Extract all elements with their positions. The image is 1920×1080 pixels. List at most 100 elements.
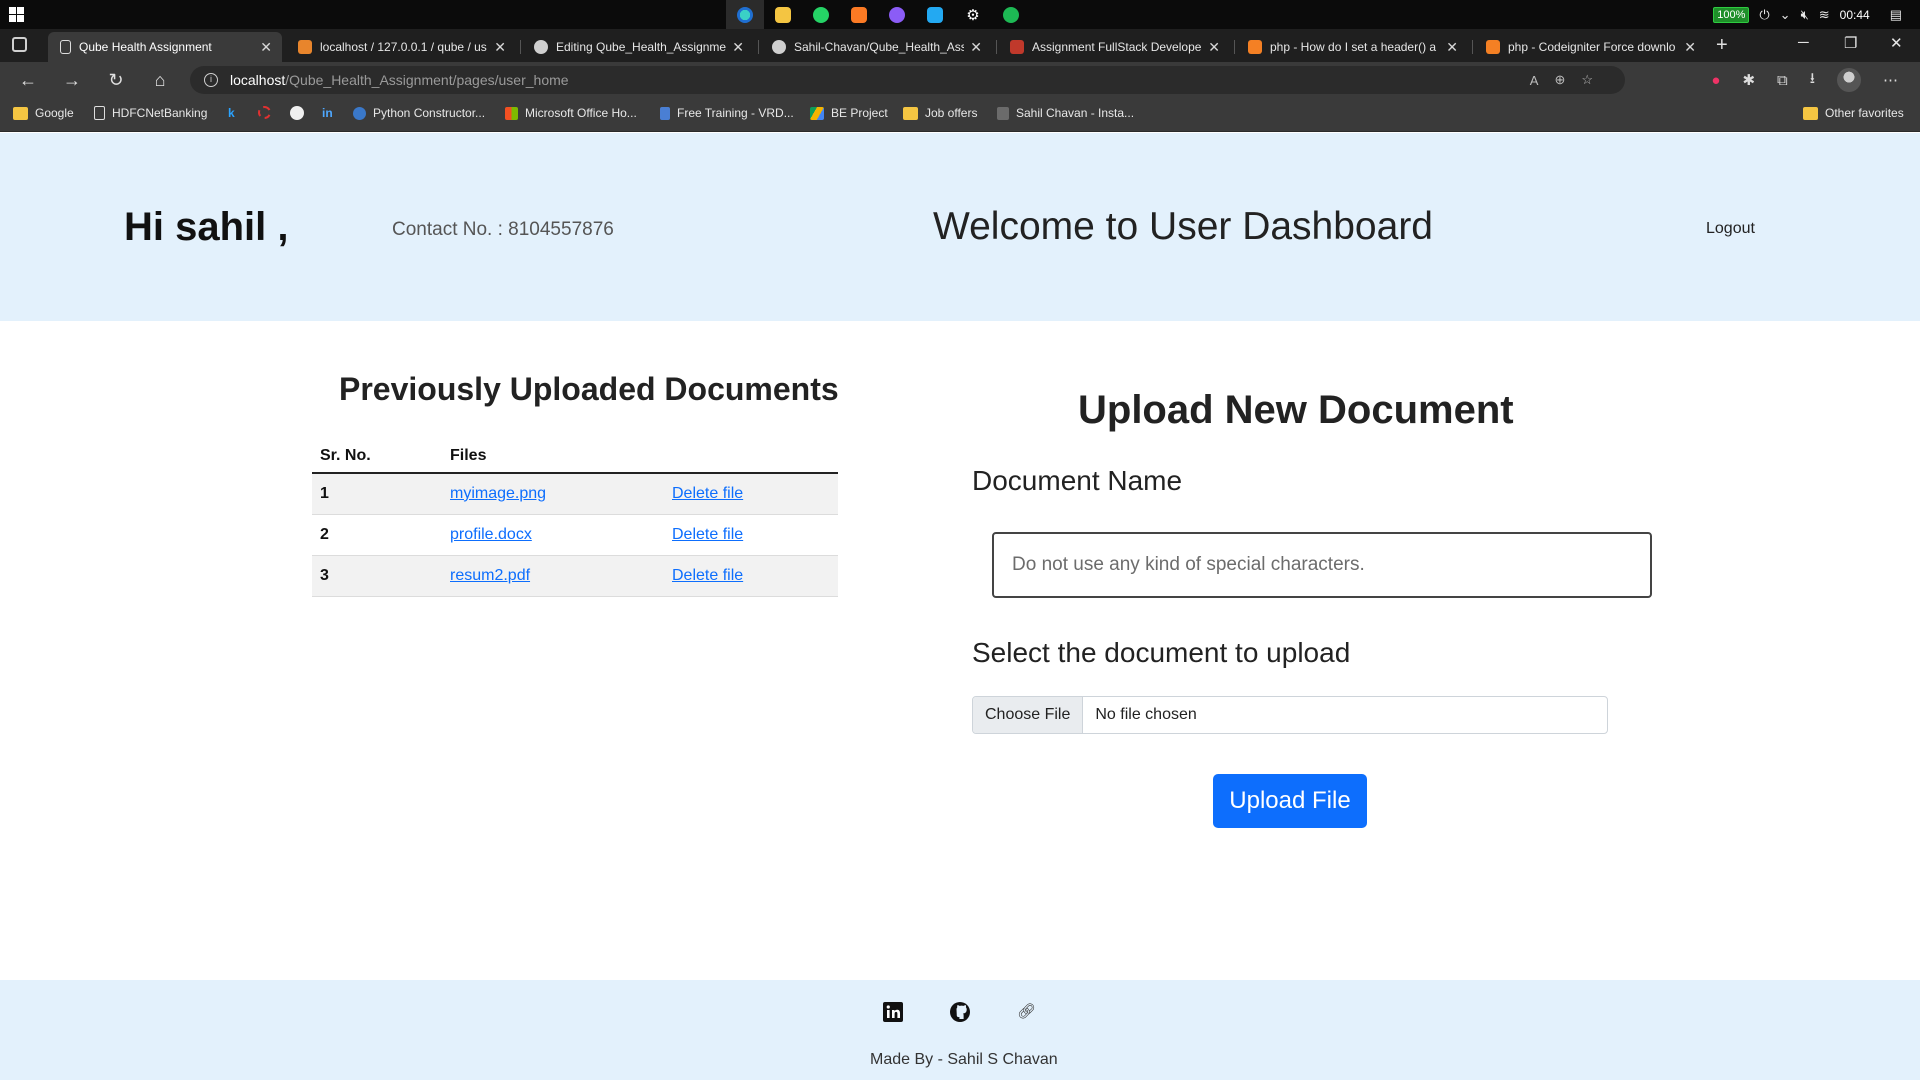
downloads-icon[interactable]: ⭳ [1810, 68, 1815, 93]
minimize-icon[interactable]: ─ [1798, 34, 1809, 51]
tab-stackoverflow-download[interactable]: php - Codeigniter Force downlo ✕ [1474, 32, 1706, 62]
bookmark-google[interactable]: Google [13, 106, 74, 120]
bookmark-office[interactable]: Microsoft Office Ho... [505, 106, 637, 120]
sr-no-cell: 3 [312, 555, 442, 597]
notifications-icon[interactable]: ▤ [1890, 7, 1902, 23]
more-menu-icon[interactable]: ⋯ [1883, 71, 1898, 89]
upload-file-button[interactable]: Upload File [1213, 774, 1367, 828]
windows-taskbar: ⚙ 100% ⏻ ⌄ 🔇︎ ≋ 00:44 ▤ [0, 0, 1920, 29]
wifi-icon[interactable]: ≋ [1819, 7, 1830, 23]
toolbar-extensions: ● ✱ ⧉ ⭳ ⋯ [1711, 62, 1920, 98]
tab-stackoverflow-header[interactable]: php - How do I set a header() a ✕ [1236, 32, 1468, 62]
logout-link[interactable]: Logout [1706, 220, 1755, 238]
contact-number: Contact No. : 8104557876 [392, 219, 614, 240]
extension-icon[interactable]: ● [1711, 72, 1720, 89]
spotify-icon[interactable] [992, 0, 1030, 29]
documents-heading: Previously Uploaded Documents [339, 371, 839, 407]
collections-icon[interactable]: ⧉ [1777, 72, 1788, 89]
github-desktop-icon[interactable] [878, 0, 916, 29]
bookmark-job-offers[interactable]: Job offers [903, 106, 977, 120]
bookmarks-bar: Google HDFCNetBanking k in Python Constr… [0, 98, 1920, 132]
upload-heading: Upload New Document [1078, 388, 1514, 432]
file-explorer-icon[interactable] [764, 0, 802, 29]
back-icon[interactable]: ← [16, 68, 40, 92]
bookmark-instagram[interactable]: Sahil Chavan - Insta... [997, 106, 1134, 120]
document-name-input[interactable] [992, 532, 1652, 598]
whatsapp-icon[interactable] [802, 0, 840, 29]
google-drive-icon [810, 106, 824, 120]
chevron-down-icon[interactable]: ⌄ [1780, 7, 1791, 23]
folder-icon [13, 106, 28, 120]
close-icon[interactable]: ✕ [1208, 39, 1220, 56]
microsoft-icon [505, 106, 518, 120]
bookmark-other-favorites[interactable]: Other favorites [1803, 106, 1904, 120]
forward-icon[interactable]: → [60, 68, 84, 92]
read-aloud-icon[interactable]: A [1530, 73, 1539, 88]
clock[interactable]: 00:44 [1840, 8, 1870, 22]
bookmark-be-project[interactable]: BE Project [810, 106, 888, 120]
action-cell: Delete file [664, 555, 838, 597]
profile-avatar[interactable] [1837, 68, 1861, 92]
site-info-icon[interactable]: i [204, 73, 218, 87]
bookmark-hdfc[interactable]: HDFCNetBanking [94, 106, 207, 120]
bookmark-k[interactable]: k [228, 106, 235, 120]
close-icon[interactable]: ✕ [260, 39, 272, 56]
xampp-icon[interactable] [840, 0, 878, 29]
battery-indicator[interactable]: 100% [1713, 6, 1750, 23]
tab-assignment[interactable]: Assignment FullStack Developer ✕ [998, 32, 1230, 62]
edge-icon[interactable] [726, 0, 764, 29]
windows-start-icon[interactable] [9, 7, 24, 22]
footer: 🔗︎ Made By - Sahil S Chavan [0, 980, 1920, 1080]
zoom-icon[interactable]: ⊕ [1554, 72, 1565, 88]
restore-icon[interactable]: ❐ [1844, 34, 1857, 52]
browser-tab-strip: Qube Health Assignment ✕ localhost / 127… [0, 29, 1920, 62]
extensions-puzzle-icon[interactable]: ✱ [1742, 71, 1755, 89]
close-icon[interactable]: ✕ [970, 39, 982, 56]
favorite-star-icon[interactable]: ☆ [1581, 72, 1593, 88]
mute-icon[interactable]: 🔇︎ [1801, 7, 1809, 23]
settings-icon[interactable]: ⚙ [954, 0, 992, 29]
tab-title: Editing Qube_Health_Assignmen [556, 40, 727, 54]
tab-github-repo[interactable]: Sahil-Chavan/Qube_Health_Assi ✕ [760, 32, 992, 62]
bookmark-python[interactable]: Python Constructor... [353, 106, 485, 120]
close-icon[interactable]: ✕ [1684, 39, 1696, 56]
close-icon[interactable]: ✕ [494, 39, 506, 56]
address-bar[interactable]: i localhost /Qube_Health_Assignment/page… [190, 66, 1625, 94]
link-icon[interactable]: 🔗︎ [1017, 1002, 1037, 1022]
new-tab-icon[interactable]: + [1716, 34, 1728, 57]
linkedin-icon[interactable] [883, 1002, 903, 1022]
tab-qube-health[interactable]: Qube Health Assignment ✕ [48, 32, 282, 62]
close-window-icon[interactable]: ✕ [1890, 34, 1903, 52]
made-by-text: Made By - Sahil S Chavan [870, 1051, 1058, 1068]
tab-github-editing[interactable]: Editing Qube_Health_Assignmen ✕ [522, 32, 754, 62]
user-greeting: Hi sahil , [124, 205, 289, 249]
tab-title: php - How do I set a header() a [1270, 40, 1437, 54]
power-icon[interactable]: ⏻ [1759, 7, 1769, 23]
stackoverflow-icon [1248, 40, 1262, 54]
tab-actions-icon[interactable] [12, 37, 27, 52]
document-name-label: Document Name [972, 465, 1183, 496]
close-icon[interactable]: ✕ [732, 39, 744, 56]
bookmark-vrd[interactable]: Free Training - VRD... [660, 106, 794, 120]
choose-file-button[interactable]: Choose File [973, 697, 1084, 733]
file-link[interactable]: myimage.png [450, 485, 546, 502]
github-icon[interactable] [950, 1002, 970, 1022]
bookmark-circle[interactable] [258, 106, 271, 119]
action-cell: Delete file [664, 473, 838, 515]
table-header-row: Sr. No. Files [312, 439, 838, 474]
close-icon[interactable]: ✕ [1446, 39, 1458, 56]
bookmark-linkedin[interactable]: in [322, 106, 333, 120]
home-icon[interactable]: ⌂ [148, 68, 172, 92]
phpmyadmin-icon [298, 40, 312, 54]
bookmark-github[interactable] [290, 106, 304, 120]
delete-file-link[interactable]: Delete file [672, 567, 743, 584]
tab-phpmyadmin[interactable]: localhost / 127.0.0.1 / qube / us ✕ [286, 32, 516, 62]
file-link[interactable]: resum2.pdf [450, 567, 530, 584]
vscode-icon[interactable] [916, 0, 954, 29]
delete-file-link[interactable]: Delete file [672, 485, 743, 502]
reload-icon[interactable]: ↻ [104, 68, 128, 92]
delete-file-link[interactable]: Delete file [672, 526, 743, 543]
file-input[interactable]: Choose File No file chosen [972, 696, 1608, 734]
file-link[interactable]: profile.docx [450, 526, 532, 543]
documents-table: Sr. No. Files 1 myimage.png Delete file … [312, 439, 838, 597]
